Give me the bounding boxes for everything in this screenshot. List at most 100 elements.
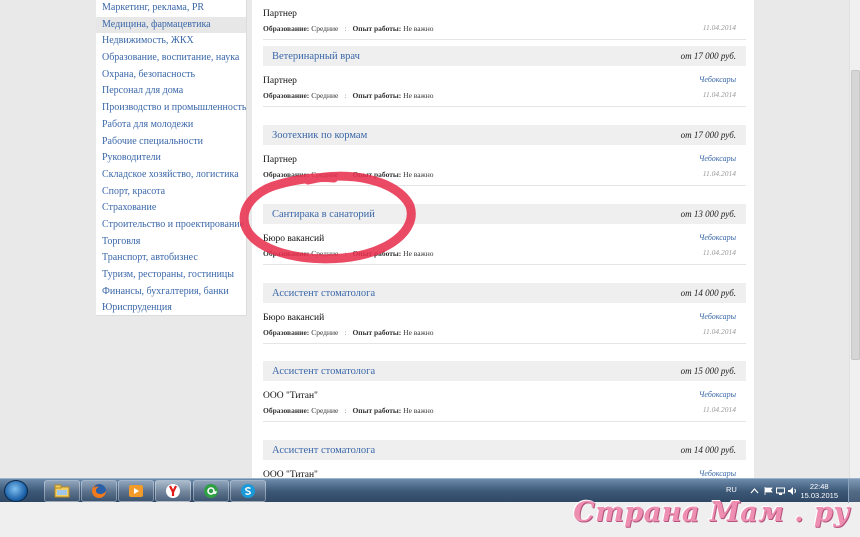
job-card: Зоотехник по кормам от 17 000 руб. Партнер… [263,125,746,205]
job-header: Зоотехник по кормам от 17 000 руб. [263,125,746,145]
job-date: 11.04.2014 [702,327,736,336]
skype-icon [241,484,255,498]
education-label: Образование: [263,249,310,258]
job-city-link[interactable]: Чебоксары [699,233,736,242]
job-header: Ветеринарный врач от 17 000 руб. [263,46,746,66]
job-requirements: Образование: Средние: Опыт работы: Не важ… [263,249,434,258]
taskbar-app-button[interactable] [230,480,266,502]
job-salary: от 14 000 руб. [680,445,736,455]
job-city-link[interactable]: Чебоксары [699,75,736,84]
category-link[interactable]: Туризм, рестораны, гостиницы [96,267,246,284]
taskbar-app-button[interactable] [118,480,154,502]
education-value: Средние [311,170,339,179]
experience-label: Опыт работы: [352,328,402,337]
experience-value: Не важно [403,91,434,100]
education-label: Образование: [263,406,310,415]
category-link[interactable]: Страхование [96,200,246,217]
job-company: ООО "Титан" [263,391,318,401]
experience-label: Опыт работы: [352,406,402,415]
job-title-link[interactable]: Зоотехник по кормам [272,130,367,141]
file-explorer-icon [54,484,70,498]
category-link[interactable]: Юриспруденция [96,300,246,317]
category-link[interactable]: Рабочие специальности [96,134,246,151]
education-label: Образование: [263,91,310,100]
job-salary: от 14 000 руб. [680,288,736,298]
experience-value: Не важно [403,249,434,258]
experience-label: Опыт работы: [352,24,402,33]
job-title-link[interactable]: Ассистент стоматолога [272,445,375,456]
category-link[interactable]: Транспорт, автобизнес [96,250,246,267]
experience-label: Опыт работы: [352,170,402,179]
job-card: Ассистент стоматолога от 14 000 руб. ООО "… [263,440,746,478]
job-card: Сантирака в санаторий от 13 000 руб. Бюро … [263,204,746,284]
education-value: Средние [311,406,339,415]
category-link[interactable]: Производство и промышленность [96,100,246,117]
category-link[interactable]: Финансы, бухгалтерия, банки [96,284,246,301]
category-link[interactable]: Образование, воспитание, наука [96,50,246,67]
job-city-link[interactable]: Чебоксары [699,469,736,478]
job-card: Ассистент стоматолога от 15 000 руб. ООО "… [263,361,746,441]
category-link[interactable]: Строительство и проектирование [96,217,246,234]
start-button[interactable] [4,480,28,502]
education-value: Средние [311,91,339,100]
volume-icon[interactable] [788,487,797,495]
category-link[interactable]: Спорт, красота [96,184,246,201]
job-divider [263,185,746,186]
experience-label: Опыт работы: [352,249,402,258]
category-link[interactable]: Работа для молодежи [96,117,246,134]
education-label: Образование: [263,24,310,33]
experience-value: Не важно [403,406,434,415]
meta-separator: : [344,170,347,179]
watermark: Страна Мам . ру [573,497,850,528]
job-date: 11.04.2014 [702,23,736,32]
category-link[interactable]: Складское хозяйство, логистика [96,167,246,184]
category-link[interactable]: Медицина, фармацевтика [96,16,246,34]
job-listing: Партнер Образование: Средние: Опыт работы:… [252,0,754,478]
job-title-link[interactable]: Ассистент стоматолога [272,288,375,299]
education-value: Средние [311,249,339,258]
media-player-icon [129,485,143,497]
taskbar-app-button[interactable] [193,480,229,502]
experience-value: Не важно [403,170,434,179]
flag-icon[interactable] [764,487,773,495]
taskbar-app-button[interactable] [81,480,117,502]
category-sidebar: Маркетинг, реклама, PR Медицина, фармацев… [96,0,247,316]
taskbar-app-button[interactable] [155,480,191,502]
network-icon[interactable] [776,487,785,495]
job-date: 11.04.2014 [702,90,736,99]
job-city-link[interactable]: Чебоксары [699,312,736,321]
job-date: 11.04.2014 [702,405,736,414]
education-label: Образование: [263,328,310,337]
category-link[interactable]: Руководители [96,150,246,167]
meta-separator: : [344,406,347,415]
job-title-link[interactable]: Сантирака в санаторий [272,209,375,220]
scrollbar-thumb[interactable] [851,70,860,360]
category-list: Маркетинг, реклама, PR Медицина, фармацев… [96,0,246,317]
category-link[interactable]: Недвижимость, ЖКХ [96,33,246,50]
job-city-link[interactable]: Чебоксары [699,154,736,163]
scrollbar[interactable] [849,0,860,478]
language-indicator[interactable]: RU [726,485,737,494]
job-divider [263,39,746,40]
browser-viewport: Маркетинг, реклама, PR Медицина, фармацев… [0,0,860,478]
experience-value: Не важно [403,328,434,337]
mail-agent-icon [204,484,218,498]
job-company: Партнер [263,76,297,86]
category-link[interactable]: Маркетинг, реклама, PR [96,0,246,17]
job-divider [263,343,746,344]
job-city-link[interactable]: Чебоксары [699,390,736,399]
job-title-link[interactable]: Ассистент стоматолога [272,366,375,377]
category-link[interactable]: Торговля [96,234,246,251]
job-title-link[interactable]: Ветеринарный врач [272,51,360,62]
job-header: Сантирака в санаторий от 13 000 руб. [263,204,746,224]
job-company: Бюро вакансий [263,313,325,323]
job-requirements: Образование: Средние: Опыт работы: Не важ… [263,24,434,33]
job-date: 11.04.2014 [702,248,736,257]
category-link[interactable]: Персонал для дома [96,83,246,100]
category-link[interactable]: Охрана, безопасность [96,67,246,84]
chevron-up-icon[interactable] [750,487,759,495]
experience-value: Не важно [403,24,434,33]
taskbar-app-button[interactable] [44,480,80,502]
job-header: Ассистент стоматолога от 14 000 руб. [263,440,746,460]
meta-separator: : [344,91,347,100]
